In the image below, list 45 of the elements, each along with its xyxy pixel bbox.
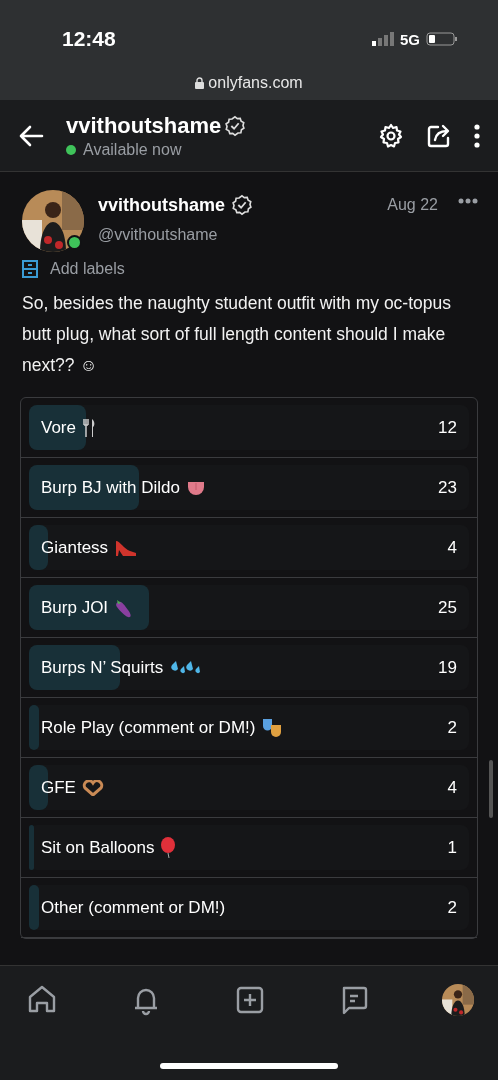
post-date: Aug 22 (387, 196, 438, 214)
vote-count: 4 (447, 777, 457, 798)
vote-count: 1 (447, 837, 457, 858)
option-label: Other (comment or DM!) (41, 897, 226, 918)
author-handle[interactable]: @vvithoutshame (98, 226, 388, 244)
more-options-icon[interactable] (458, 198, 478, 204)
network-label: 5G (400, 30, 420, 48)
option-label: Burp JOI (41, 597, 109, 618)
option-label: Vore (41, 417, 76, 438)
vote-count: 25 (438, 597, 457, 618)
url-text[interactable]: onlyfans.com (208, 74, 303, 92)
option-label: Sit on Balloons (41, 837, 155, 858)
profile-title: vvithoutshame (66, 112, 222, 139)
profile-avatar-button[interactable] (442, 984, 474, 1016)
signal-icon (372, 32, 394, 46)
author-name[interactable]: vvithoutshame (98, 194, 226, 216)
vote-count: 4 (447, 537, 457, 558)
heart-hands-icon (81, 779, 104, 796)
vote-count: 2 (447, 897, 457, 918)
share-icon[interactable] (426, 122, 452, 149)
back-arrow-icon[interactable] (18, 124, 44, 147)
option-label: Role Play (comment or DM!) (41, 717, 256, 738)
option-label: Burp BJ with Dildo (41, 477, 180, 498)
fork-knife-icon (82, 417, 96, 438)
vote-count: 2 (447, 717, 457, 738)
availability-status: Available now (83, 140, 182, 159)
add-labels-link[interactable]: Add labels (50, 260, 125, 278)
verified-icon (231, 194, 254, 216)
option-label: Giantess (41, 537, 109, 558)
theater-masks-icon (261, 716, 284, 739)
vote-count: 23 (438, 477, 457, 498)
settings-icon[interactable] (378, 122, 404, 149)
option-label: GFE (41, 777, 76, 798)
option-label: Burps N’ Squirts (41, 657, 164, 678)
post-text: So, besides the naughty student outfit with my oc-topus butt plug, what sort of full length content should I make next?? ☺ (22, 292, 452, 377)
status-time: 12:48 (62, 27, 116, 51)
battery-icon (426, 32, 458, 46)
verified-icon (224, 114, 247, 137)
lock-icon (195, 77, 205, 89)
label-icon (22, 260, 38, 278)
vote-count: 19 (438, 657, 457, 678)
more-options-icon[interactable] (474, 123, 480, 148)
add-post-icon[interactable] (234, 984, 266, 1016)
vote-count: 12 (438, 417, 457, 438)
balloon-icon (160, 836, 177, 859)
